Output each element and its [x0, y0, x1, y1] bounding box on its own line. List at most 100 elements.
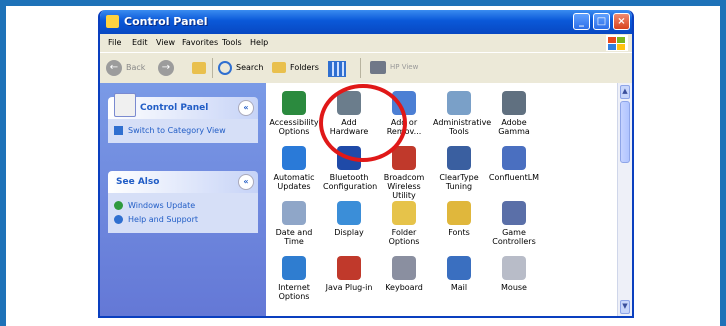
fonts-icon — [447, 201, 471, 225]
item-label: Keyboard — [385, 283, 423, 292]
title-bar[interactable]: Control Panel _ □ × — [100, 10, 632, 34]
search-icon — [218, 61, 232, 75]
maximize-button[interactable]: □ — [593, 13, 610, 30]
search-button[interactable]: Search — [218, 59, 268, 77]
item-label: Broadcom Wireless Utility — [383, 173, 425, 200]
folders-button[interactable]: Folders — [272, 59, 324, 77]
back-button[interactable]: ← Back — [106, 59, 152, 77]
search-label: Search — [236, 63, 264, 72]
menu-edit[interactable]: Edit — [132, 38, 148, 47]
globe-icon — [282, 146, 306, 170]
control-panel-large-icon — [114, 93, 136, 117]
windows-logo-icon — [606, 35, 628, 51]
mail-icon — [447, 256, 471, 280]
folders-label: Folders — [290, 63, 319, 72]
see-also-panel-header[interactable]: See Also « — [108, 171, 258, 193]
cleartype-icon — [447, 146, 471, 170]
help-support-icon — [114, 215, 123, 224]
scroll-down-arrow-icon[interactable]: ▼ — [620, 300, 630, 314]
item-label: Date and Time — [275, 228, 313, 246]
item-label: Mouse — [501, 283, 527, 292]
accessibility-icon — [282, 91, 306, 115]
item-label: Folder Options — [388, 228, 420, 246]
control-panel-item[interactable]: Adobe Gamma — [488, 91, 540, 136]
forward-button[interactable]: → — [158, 59, 186, 77]
control-panel-icon — [106, 15, 119, 28]
close-button[interactable]: × — [613, 13, 630, 30]
control-panel-item[interactable]: ConfluentLM — [488, 146, 540, 182]
clock-icon — [282, 201, 306, 225]
item-label: ConfluentLM — [488, 173, 540, 182]
control-panel-item[interactable]: Game Controllers — [488, 201, 540, 246]
control-panel-item[interactable]: Fonts — [433, 201, 485, 237]
menu-view[interactable]: View — [156, 38, 175, 47]
hp-view-icon — [370, 61, 386, 74]
control-panel-item[interactable]: Java Plug-in — [323, 256, 375, 292]
monitor-icon — [502, 91, 526, 115]
vertical-scrollbar[interactable]: ▲ ▼ — [617, 83, 632, 316]
hp-view-label: HP View — [390, 63, 419, 71]
help-support-link[interactable]: Help and Support — [128, 215, 198, 224]
up-folder-button[interactable] — [190, 59, 208, 77]
item-label: Java Plug-in — [325, 283, 373, 292]
keyboard-icon — [392, 256, 416, 280]
display-icon — [337, 201, 361, 225]
switch-view-link[interactable]: Switch to Category View — [128, 126, 226, 135]
java-icon — [337, 256, 361, 280]
see-also-panel-body: Windows Update Help and Support — [108, 193, 258, 233]
scroll-thumb[interactable] — [620, 101, 630, 163]
item-label: Internet Options — [278, 283, 310, 301]
item-label: Accessibility Options — [269, 118, 319, 136]
windows-update-icon — [114, 201, 123, 210]
control-panel-item[interactable]: Internet Options — [268, 256, 320, 301]
views-button[interactable] — [328, 59, 354, 77]
scroll-up-arrow-icon[interactable]: ▲ — [620, 85, 630, 99]
panel-title: Control Panel — [140, 103, 209, 113]
see-also-title: See Also — [116, 177, 160, 187]
joystick-icon — [502, 201, 526, 225]
toolbar-separator — [212, 58, 213, 78]
control-panel-item[interactable]: Mail — [433, 256, 485, 292]
control-panel-item[interactable]: Mouse — [488, 256, 540, 292]
control-panel-item[interactable]: Folder Options — [378, 201, 430, 246]
item-label: Administrative Tools — [433, 118, 492, 136]
toolbar-separator — [360, 58, 361, 78]
toolbar: ← Back → Search Folders HP View — [100, 52, 632, 84]
control-panel-item[interactable]: Display — [323, 201, 375, 237]
item-label: Adobe Gamma — [498, 118, 530, 136]
menu-favorites[interactable]: Favorites — [182, 38, 218, 47]
control-panel-item[interactable]: Date and Time — [268, 201, 320, 246]
control-panel-item[interactable]: Keyboard — [378, 256, 430, 292]
minimize-button[interactable]: _ — [573, 13, 590, 30]
menu-file[interactable]: File — [108, 38, 121, 47]
menu-tools[interactable]: Tools — [222, 38, 242, 47]
control-panel-item[interactable]: Accessibility Options — [268, 91, 320, 136]
control-panel-item[interactable]: ClearType Tuning — [433, 146, 485, 191]
mouse-icon — [502, 256, 526, 280]
views-icon — [328, 61, 346, 77]
item-label: Automatic Updates — [273, 173, 315, 191]
item-label: Fonts — [448, 228, 470, 237]
switch-view-icon — [114, 126, 123, 135]
control-panel-item[interactable]: Administrative Tools — [433, 91, 492, 136]
folders-icon — [272, 62, 286, 73]
up-folder-icon — [192, 62, 206, 74]
item-label: ClearType Tuning — [439, 173, 479, 191]
internet-icon — [282, 256, 306, 280]
control-panel-item[interactable]: Automatic Updates — [268, 146, 320, 191]
hp-view-button[interactable]: HP View — [370, 59, 430, 77]
collapse-chevron-icon[interactable]: « — [238, 174, 254, 190]
window-title: Control Panel — [124, 15, 208, 28]
back-arrow-icon: ← — [106, 60, 122, 76]
administrative-tools-icon — [447, 91, 471, 115]
menu-bar: File Edit View Favorites Tools Help — [100, 34, 632, 52]
highlight-circle — [319, 84, 407, 162]
menu-help[interactable]: Help — [250, 38, 268, 47]
control-panel-panel-header[interactable]: Control Panel « — [108, 93, 258, 119]
back-label: Back — [126, 63, 146, 72]
folder-icon — [392, 201, 416, 225]
control-panel-window: Control Panel _ □ × File Edit View Favor… — [98, 10, 634, 318]
collapse-chevron-icon[interactable]: « — [238, 100, 254, 116]
forward-arrow-icon: → — [158, 60, 174, 76]
windows-update-link[interactable]: Windows Update — [128, 201, 195, 210]
